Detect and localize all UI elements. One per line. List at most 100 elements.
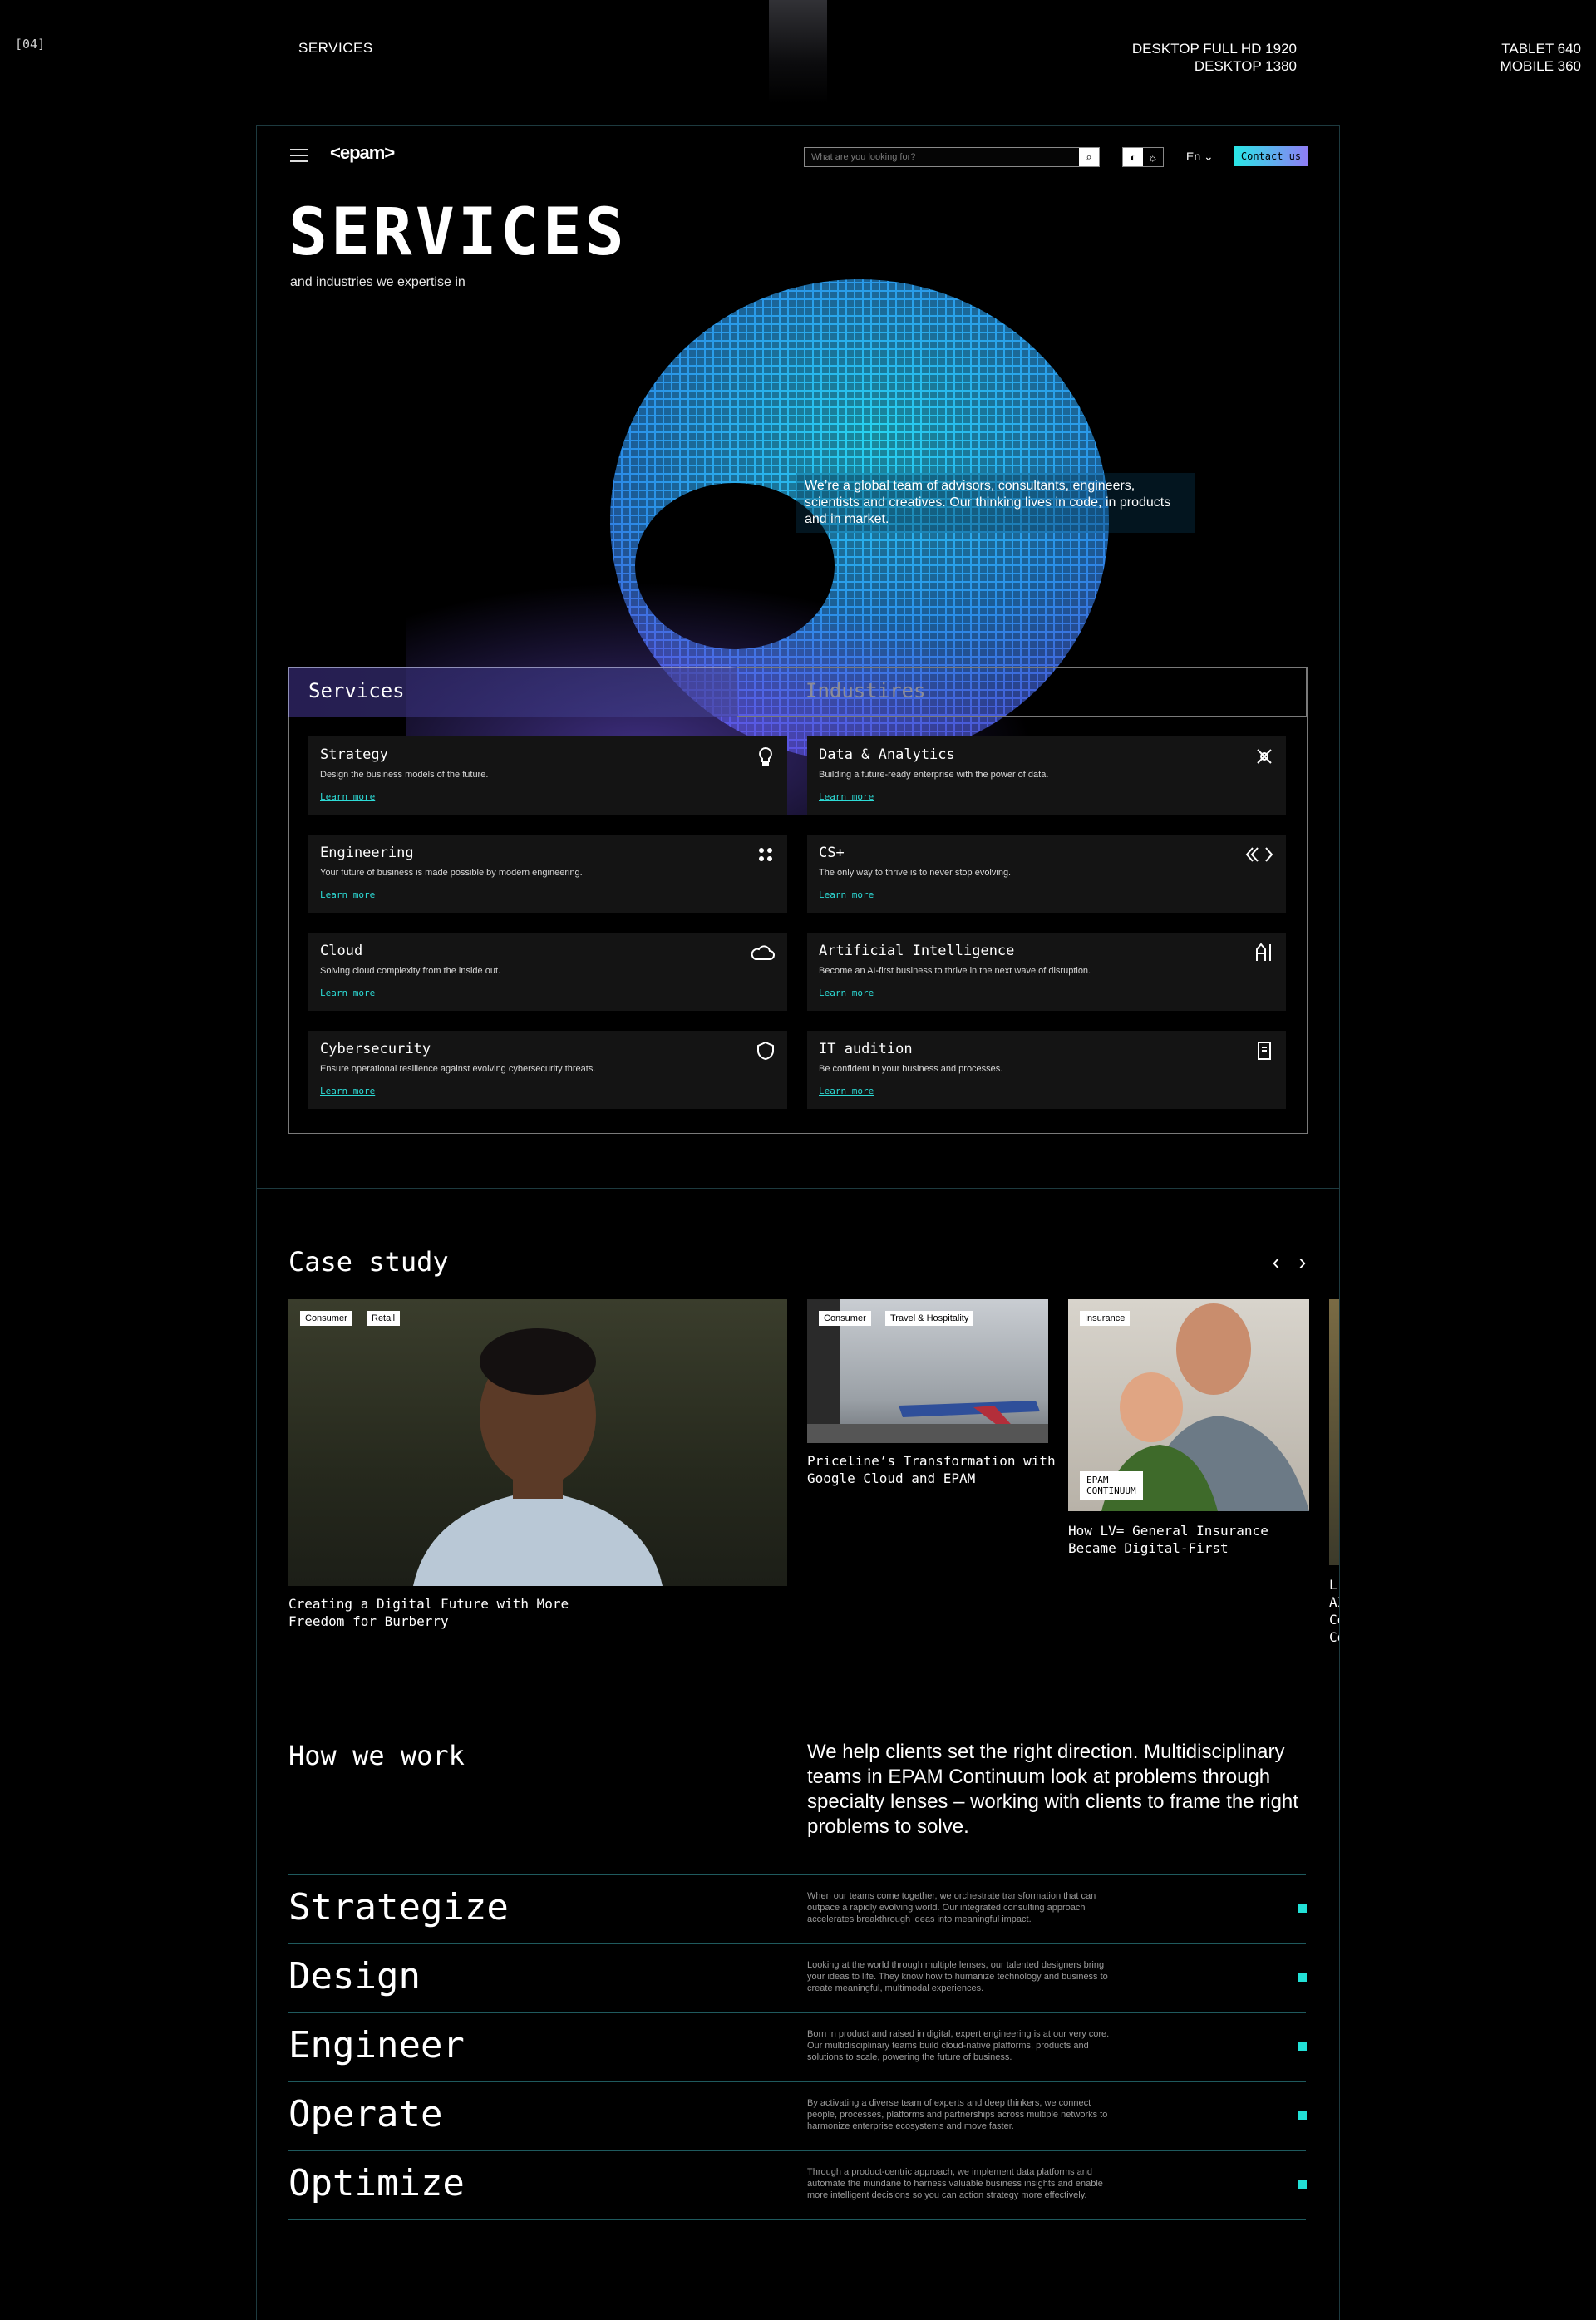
- service-title: IT audition: [819, 1041, 913, 1057]
- tab-services-label[interactable]: Services: [308, 679, 405, 702]
- next-arrow-icon[interactable]: ›: [1293, 1249, 1313, 1275]
- section-divider: [257, 1188, 1339, 1189]
- mobile-size-1: TABLET 640: [1501, 41, 1581, 57]
- service-desc: Solving cloud complexity from the inside…: [320, 966, 501, 976]
- step-marker-icon: [1298, 1973, 1307, 1982]
- language-selector[interactable]: En ⌄: [1186, 150, 1214, 164]
- step-desc: Looking at the world through multiple le…: [807, 1960, 1108, 1993]
- step-marker-icon: [1298, 2042, 1307, 2051]
- service-desc: Become an AI-first business to thrive in…: [819, 966, 1091, 976]
- step-desc: By activating a diverse team of experts …: [807, 2098, 1108, 2131]
- case-image-partial[interactable]: [1329, 1299, 1339, 1565]
- prev-arrow-icon[interactable]: ‹: [1266, 1249, 1286, 1275]
- light-beam: [769, 0, 827, 104]
- how-we-work-lead: We help clients set the right direction.…: [807, 1741, 1298, 1838]
- case-study-title: Case study: [288, 1246, 449, 1278]
- lightbulb-icon: [759, 746, 772, 766]
- service-title: Engineering: [320, 845, 414, 861]
- step-operate[interactable]: Operate: [288, 2093, 442, 2135]
- step-desc: Through a product-centric approach, we i…: [807, 2167, 1103, 2200]
- step-divider: [288, 1943, 1306, 1944]
- page-frame: <epam> ⌕ ◐ ☼ En ⌄ Contact us: [256, 125, 1340, 2320]
- service-title: Artificial Intelligence: [819, 943, 1015, 959]
- service-desc: Ensure operational resilience against ev…: [320, 1064, 596, 1074]
- service-card-ai[interactable]: Artificial Intelligence Become an AI-fir…: [807, 933, 1286, 1011]
- service-card-it-audition[interactable]: IT audition Be confident in your busines…: [807, 1031, 1286, 1109]
- learn-more-link[interactable]: Learn more: [819, 1086, 874, 1096]
- step-marker-icon: [1298, 2180, 1307, 2189]
- learn-more-link[interactable]: Learn more: [320, 791, 375, 802]
- frame-id: [04]: [15, 37, 46, 52]
- step-marker-icon: [1298, 1904, 1307, 1913]
- service-card-strategy[interactable]: Strategy Design the business models of t…: [308, 736, 787, 815]
- step-desc: When our teams come together, we orchest…: [807, 1891, 1096, 1924]
- service-card-cs-plus[interactable]: CS+ The only way to thrive is to never s…: [807, 835, 1286, 913]
- case-caption[interactable]: Priceline’s Transformation with Google C…: [807, 1452, 1057, 1487]
- tag: Retail: [367, 1311, 401, 1326]
- step-strategize[interactable]: Strategize: [288, 1886, 509, 1928]
- case-image-priceline[interactable]: Consumer Travel & Hospitality: [807, 1299, 1048, 1443]
- service-desc: Building a future-ready enterprise with …: [819, 770, 1049, 780]
- cloud-icon: [751, 945, 775, 960]
- service-card-cloud[interactable]: Cloud Solving cloud complexity from the …: [308, 933, 787, 1011]
- case-caption[interactable]: Creating a Digital Future with More Free…: [288, 1595, 588, 1630]
- learn-more-link[interactable]: Learn more: [320, 1086, 375, 1096]
- shield-icon: [757, 1041, 774, 1061]
- gear-cluster-icon: [759, 848, 772, 861]
- tag: Travel & Hospitality: [885, 1311, 974, 1326]
- mobile-sizes: TABLET 640 MOBILE 360: [1500, 40, 1581, 75]
- page-label: SERVICES: [298, 40, 373, 56]
- contact-us-button[interactable]: Contact us: [1234, 146, 1308, 166]
- learn-more-link[interactable]: Learn more: [819, 988, 874, 998]
- network-icon: [1257, 749, 1272, 764]
- step-optimize[interactable]: Optimize: [288, 2162, 465, 2204]
- page-subtitle: and industries we expertise in: [290, 275, 466, 289]
- epam-logo[interactable]: <epam>: [330, 142, 395, 164]
- tab-divider: [737, 716, 1306, 717]
- step-desc: Born in product and raised in digital, e…: [807, 2029, 1110, 2062]
- clipboard-icon: [1258, 1042, 1271, 1060]
- step-engineer[interactable]: Engineer: [288, 2024, 465, 2066]
- step-divider: [288, 2150, 1306, 2151]
- service-desc: Be confident in your business and proces…: [819, 1064, 1003, 1074]
- service-desc: The only way to thrive is to never stop …: [819, 868, 1012, 878]
- learn-more-link[interactable]: Learn more: [320, 988, 375, 998]
- case-caption[interactable]: How LV= General Insurance Became Digital…: [1068, 1522, 1309, 1557]
- learn-more-link[interactable]: Learn more: [320, 889, 375, 900]
- case-caption[interactable]: L AI Co Co: [1329, 1576, 1339, 1646]
- hero-description: We’re a global team of advisors, consult…: [796, 473, 1195, 533]
- theme-toggle[interactable]: ◐ ☼: [1122, 147, 1164, 167]
- ai-icon: [1256, 943, 1271, 961]
- desktop-sizes: DESKTOP FULL HD 1920 DESKTOP 1380: [1132, 40, 1297, 75]
- search-bar: ⌕: [804, 147, 1100, 167]
- tab-industries-label[interactable]: Industires: [805, 679, 926, 702]
- desktop-size-1: DESKTOP FULL HD 1920: [1131, 41, 1297, 57]
- how-we-work-title: How we work: [288, 1740, 465, 1771]
- service-desc: Your future of business is made possible…: [320, 868, 583, 878]
- case-image-burberry[interactable]: Consumer Retail: [288, 1299, 787, 1586]
- step-design[interactable]: Design: [288, 1955, 421, 1997]
- learn-more-link[interactable]: Learn more: [819, 791, 874, 802]
- service-title: Strategy: [320, 746, 388, 763]
- service-desc: Design the business models of the future…: [320, 770, 489, 780]
- menu-icon[interactable]: [290, 149, 308, 162]
- service-title: Cybersecurity: [320, 1041, 431, 1057]
- step-divider: [288, 2081, 1306, 2082]
- badge-line-2: CONTINUUM: [1086, 1485, 1136, 1496]
- light-mode-icon[interactable]: ☼: [1143, 148, 1163, 166]
- tag: Insurance: [1080, 1311, 1130, 1326]
- step-divider: [288, 2219, 1306, 2220]
- page-title: SERVICES: [288, 195, 628, 270]
- service-card-cybersecurity[interactable]: Cybersecurity Ensure operational resilie…: [308, 1031, 787, 1109]
- service-card-engineering[interactable]: Engineering Your future of business is m…: [308, 835, 787, 913]
- service-card-data-analytics[interactable]: Data & Analytics Building a future-ready…: [807, 736, 1286, 815]
- search-icon[interactable]: ⌕: [1079, 148, 1099, 166]
- badge-line-1: EPAM: [1086, 1475, 1109, 1485]
- case-image-lv[interactable]: Insurance EPAM CONTINUUM: [1068, 1299, 1309, 1511]
- step-divider: [288, 1874, 1306, 1875]
- epam-continuum-badge: EPAM CONTINUUM: [1080, 1471, 1143, 1500]
- dark-mode-icon[interactable]: ◐: [1123, 148, 1143, 166]
- portrait-image: [413, 1328, 663, 1586]
- search-input[interactable]: [810, 150, 1079, 165]
- learn-more-link[interactable]: Learn more: [819, 889, 874, 900]
